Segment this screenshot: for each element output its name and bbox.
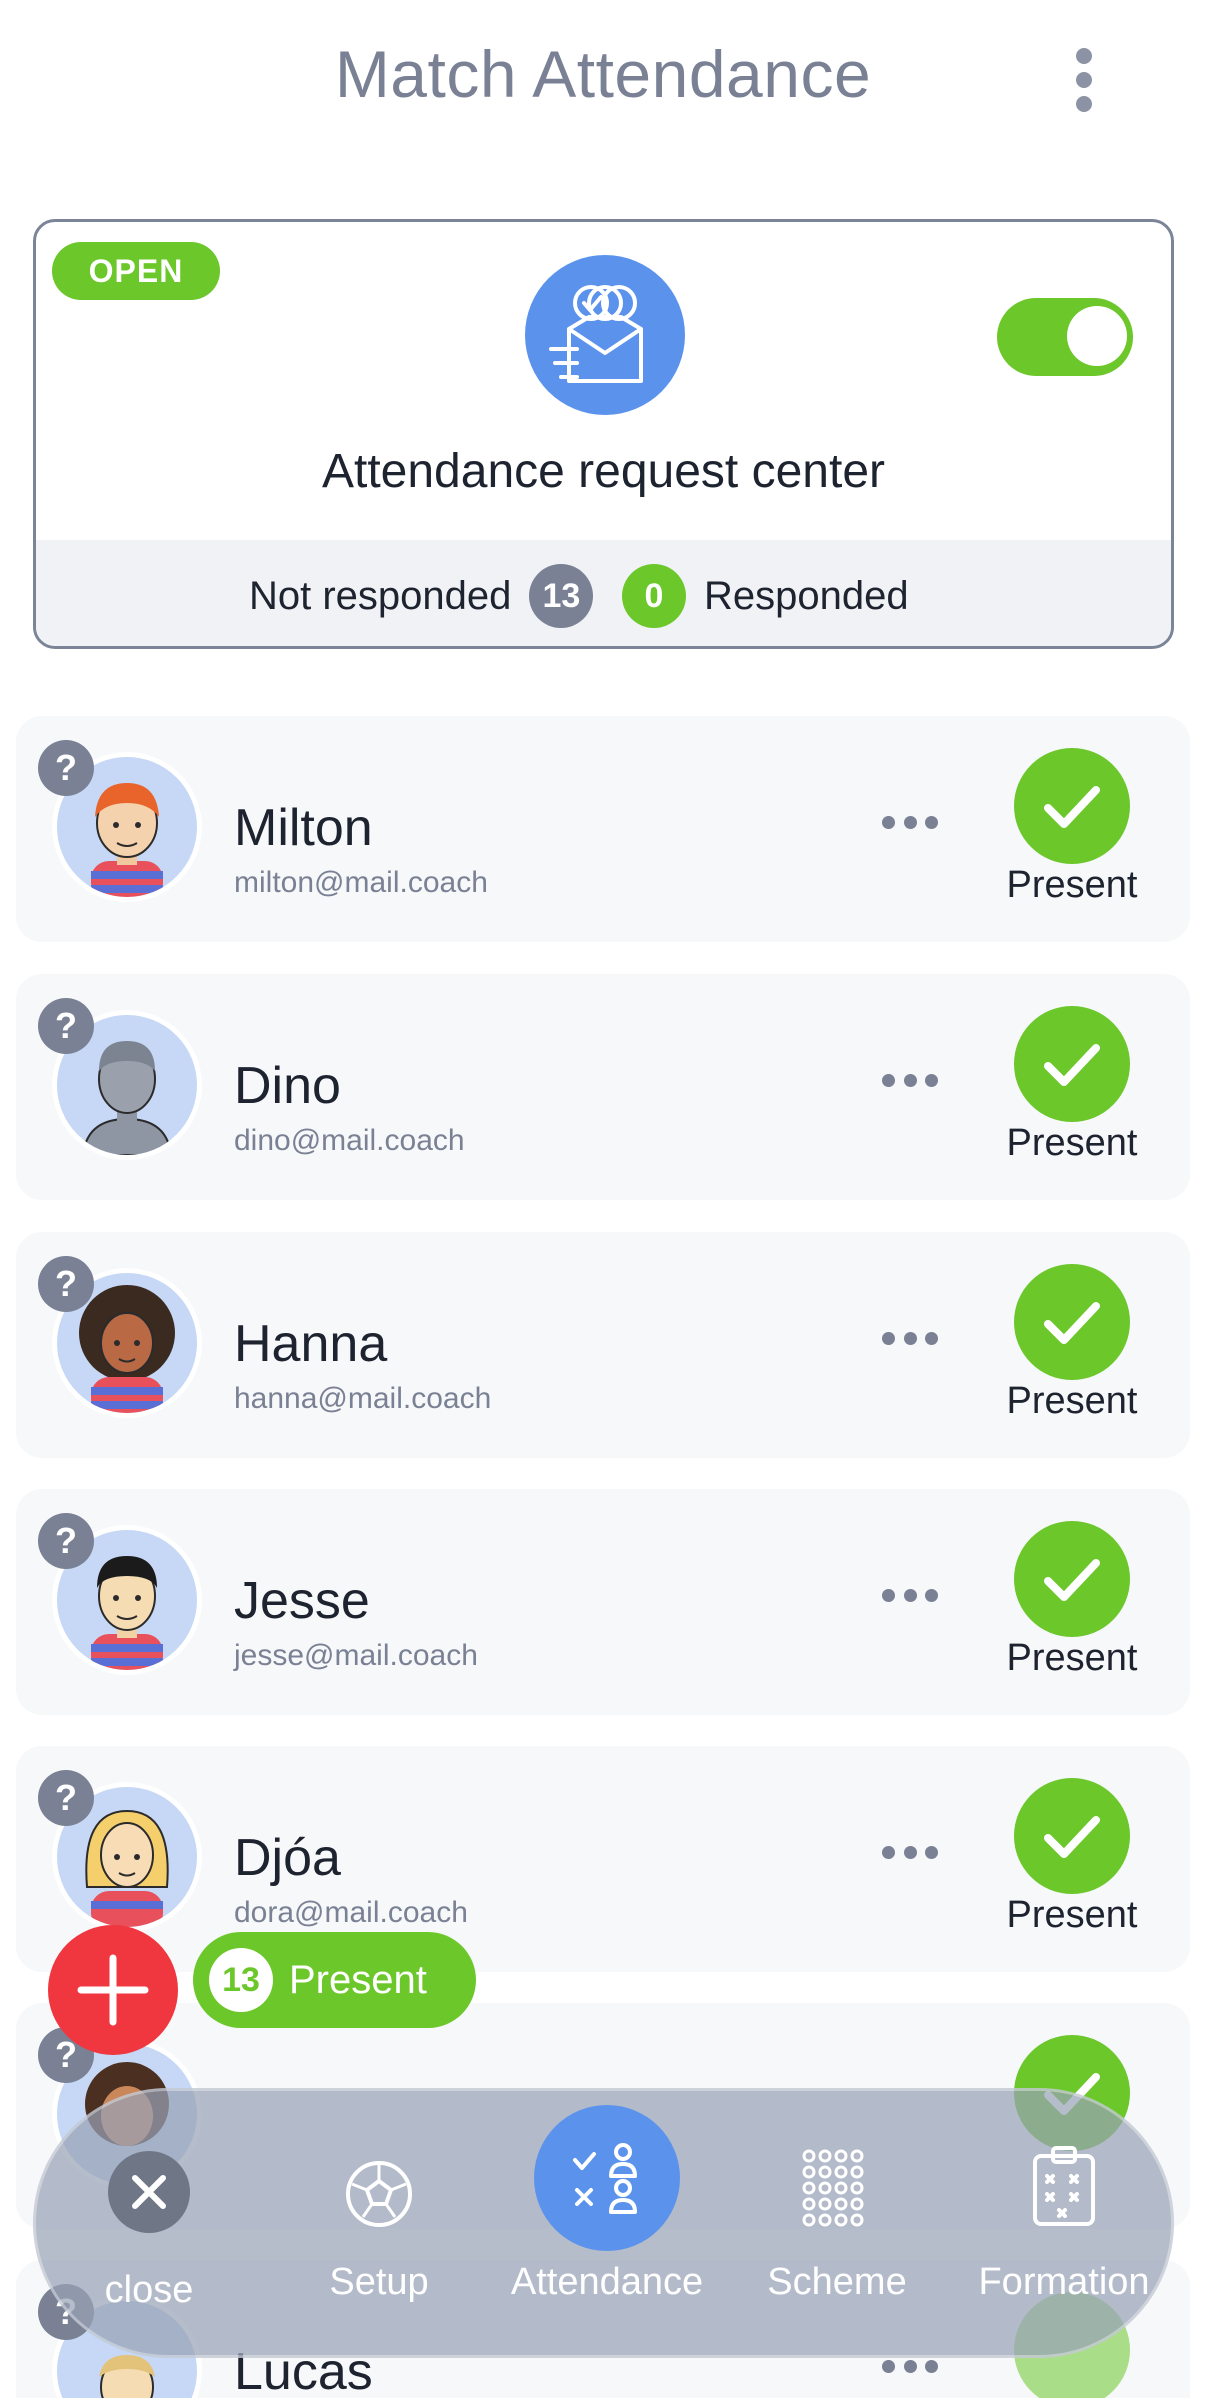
attendance-status: Present <box>1006 1122 1138 1164</box>
response-summary: Not responded 13 0 Responded <box>36 540 1171 646</box>
attendance-status: Present <box>1006 1894 1138 1936</box>
player-row[interactable]: ? Hanna hanna@mail.coach Present <box>16 1232 1190 1458</box>
player-name: Jesse <box>234 1572 370 1630</box>
player-name: Dino <box>234 1057 341 1115</box>
more-options-icon[interactable] <box>882 1846 938 1862</box>
question-badge: ? <box>38 1513 94 1569</box>
checkmark-icon[interactable] <box>1014 1006 1130 1122</box>
player-row[interactable]: ? Dino dino@mail.coach Present <box>16 974 1190 1200</box>
not-responded-summary[interactable]: Not responded 13 <box>249 540 594 646</box>
player-row[interactable]: ? Djóa dora@mail.coach Present <box>16 1746 1190 1972</box>
checkmark-icon[interactable] <box>1014 1521 1130 1637</box>
player-row[interactable]: ? Jesse jesse@mail.coach Present <box>16 1489 1190 1715</box>
page-title: Match Attendance <box>334 37 872 111</box>
nav-attendance[interactable]: Attendance <box>497 2091 717 2361</box>
question-badge: ? <box>38 740 94 796</box>
not-responded-label: Not responded <box>249 573 512 618</box>
player-email: jesse@mail.coach <box>234 1639 478 1672</box>
present-label: Present <box>289 1957 427 2002</box>
nav-setup[interactable]: Setup <box>269 2091 489 2361</box>
nav-formation-label: Formation <box>978 2261 1150 2303</box>
nav-setup-label: Setup <box>329 2261 429 2303</box>
dot-grid-icon <box>792 2143 882 2233</box>
more-options-icon[interactable] <box>882 816 938 832</box>
player-email: hanna@mail.coach <box>234 1382 492 1415</box>
more-options-icon[interactable] <box>882 1589 938 1605</box>
app-header: Match Attendance <box>0 0 1206 160</box>
attendance-icon <box>534 2105 680 2251</box>
nav-close-label: close <box>104 2269 194 2311</box>
question-badge: ? <box>38 998 94 1054</box>
mailbox-icon <box>525 255 685 415</box>
not-responded-count: 13 <box>529 564 594 628</box>
more-options-icon[interactable] <box>882 2360 938 2376</box>
responded-label: Responded <box>704 573 909 618</box>
checkmark-icon[interactable] <box>1014 1778 1130 1894</box>
player-row[interactable]: ? Milton milton@mail.coach Present <box>16 716 1190 942</box>
more-menu-icon[interactable] <box>1072 48 1096 112</box>
nav-attendance-label: Attendance <box>510 2261 704 2303</box>
status-badge: OPEN <box>52 242 220 300</box>
close-icon <box>108 2151 190 2233</box>
responded-summary[interactable]: 0 Responded <box>622 540 909 646</box>
player-name: Hanna <box>234 1315 388 1373</box>
player-email: milton@mail.coach <box>234 866 488 899</box>
player-email: dino@mail.coach <box>234 1124 465 1157</box>
more-options-icon[interactable] <box>882 1074 938 1090</box>
plus-icon <box>77 1954 149 2026</box>
more-options-icon[interactable] <box>882 1332 938 1348</box>
nav-formation[interactable]: Formation <box>954 2091 1174 2361</box>
attendance-status: Present <box>1006 1637 1138 1679</box>
nav-scheme[interactable]: Scheme <box>727 2091 947 2361</box>
request-center-title: Attendance request center <box>321 445 886 498</box>
player-name: Djóa <box>234 1829 341 1887</box>
clipboard-icon <box>1019 2141 1109 2231</box>
question-badge: ? <box>38 1256 94 1312</box>
question-badge: ? <box>38 1770 94 1826</box>
add-button[interactable] <box>48 1925 178 2055</box>
checkmark-icon[interactable] <box>1014 1264 1130 1380</box>
player-name: Milton <box>234 799 373 857</box>
present-count: 13 <box>209 1948 273 2012</box>
nav-close[interactable]: close <box>39 2091 259 2361</box>
bottom-navigation: close Setup Attendance Scheme Formation <box>33 2088 1174 2358</box>
attendance-status: Present <box>1006 864 1138 906</box>
nav-scheme-label: Scheme <box>767 2261 907 2303</box>
player-email: dora@mail.coach <box>234 1896 468 1929</box>
attendance-request-card: OPEN Attendance request center Not respo… <box>33 219 1174 649</box>
request-toggle[interactable] <box>997 298 1133 376</box>
soccer-ball-icon <box>334 2149 424 2239</box>
checkmark-icon[interactable] <box>1014 748 1130 864</box>
responded-count: 0 <box>622 564 686 628</box>
attendance-status: Present <box>1006 1380 1138 1422</box>
present-summary-pill[interactable]: 13 Present <box>193 1932 476 2028</box>
